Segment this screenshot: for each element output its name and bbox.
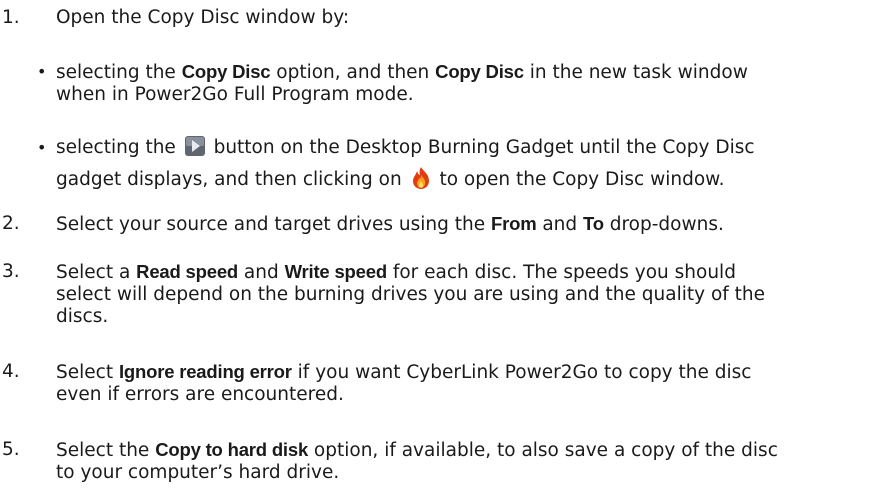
play-button-icon [184, 135, 206, 157]
step-text: Select the Copy to hard disk option, if … [56, 439, 856, 484]
bullet-text-line2-post: to open the Copy Disc window. [433, 169, 725, 190]
bullet-text-pre: selecting the [56, 62, 182, 83]
step-text-line2: even if errors are encountered. [56, 384, 344, 405]
bold-from: From [491, 213, 537, 234]
step-number: 3. [2, 261, 20, 282]
step-text-post: drop-downs. [603, 214, 724, 235]
bold-write-speed: Write speed [284, 261, 388, 282]
step-text-mid: and [536, 214, 584, 235]
step-number: 4. [2, 361, 20, 382]
bullet-text-line2: when in Power2Go Full Program mode. [56, 84, 414, 105]
step-text: Open the Copy Disc window by: [56, 7, 350, 28]
bold-ignore-reading-error: Ignore reading error [118, 361, 292, 382]
step-text-pre: Select [56, 362, 119, 383]
bullet-text-line2-pre: gadget displays, and then clicking on [56, 169, 408, 190]
step-text-line2: select will depend on the burning drives… [56, 284, 766, 305]
step-text-line2: to your computer’s hard drive. [56, 462, 340, 483]
bold-read-speed: Read speed [136, 261, 239, 282]
bold-to: To [583, 213, 604, 234]
bold-copy-disc-option: Copy Disc [181, 61, 271, 82]
step-number: 2. [2, 213, 20, 234]
step-text: Select your source and target drives usi… [56, 208, 856, 241]
step-text-post: if you want CyberLink Power2Go to copy t… [291, 362, 752, 383]
bullet-text-post: in the new task window [523, 62, 748, 83]
step-number: 5. [2, 439, 20, 460]
step-number: 1. [2, 7, 20, 28]
bullet-marker: • [37, 62, 47, 81]
step-text: Select a Read speed and Write speed for … [56, 261, 856, 328]
step-text-pre: Select the [56, 440, 156, 461]
bullet-text-mid: option, and then [270, 62, 436, 83]
step-text-line3: discs. [56, 306, 109, 327]
step-text-mid: and [238, 262, 285, 283]
step-text-post: for each disc. The speeds you should [386, 262, 736, 283]
step-text: Select Ignore reading error if you want … [56, 361, 856, 406]
bullet-text-pre: selecting the [56, 137, 182, 158]
bullet-text: selecting the Copy Disc option, and then… [56, 61, 846, 106]
bold-copy-disc-task: Copy Disc [435, 61, 524, 82]
step-text-pre: Select a [56, 262, 137, 283]
instruction-document: 1. Open the Copy Disc window by: • selec… [0, 0, 876, 501]
burn-flame-icon [410, 166, 432, 190]
bullet-text: selecting the button on the Desktop Burn… [56, 132, 846, 196]
bold-copy-to-hard-disk: Copy to hard disk [155, 439, 309, 460]
step-text-pre: Select your source and target drives usi… [56, 214, 491, 235]
bullet-marker: • [37, 138, 47, 157]
bullet-text-mid: button on the Desktop Burning Gadget unt… [207, 137, 755, 158]
step-text-post: option, if available, to also save a cop… [308, 440, 778, 461]
